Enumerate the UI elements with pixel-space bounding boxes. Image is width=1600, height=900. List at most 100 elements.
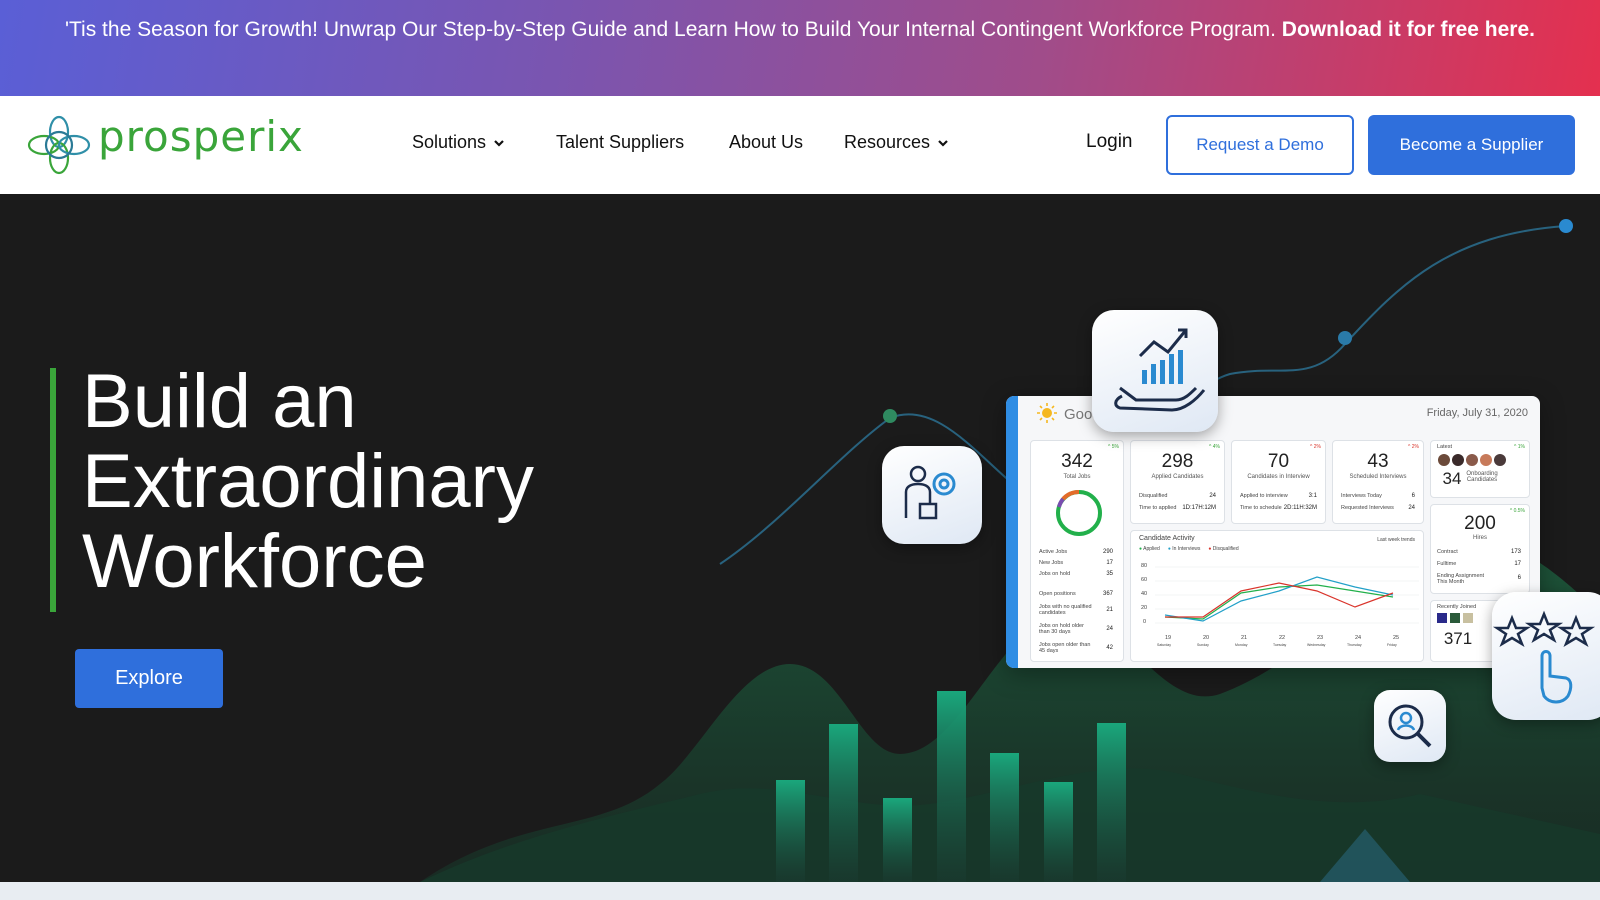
legend-item: ● In Interviews — [1167, 546, 1201, 552]
candidate-activity-tile: Candidate Activity Last week trends ● Ap… — [1130, 530, 1424, 662]
avatar-group-icon — [1438, 454, 1506, 466]
x-day: Tuesday — [1273, 643, 1287, 647]
open-row-value: 367 — [1102, 591, 1113, 597]
dashboard-date: Friday, July 31, 2020 — [1426, 407, 1528, 419]
applied-row-value: 24 — [1209, 493, 1216, 499]
rating-bubble — [1492, 592, 1600, 720]
activity-line-chart — [1155, 566, 1419, 624]
x-tick: 20 — [1203, 635, 1210, 641]
announcement-banner: 'Tis the Season for Growth! Unwrap Our S… — [0, 0, 1600, 96]
tile-change: ^ 2% — [1408, 444, 1419, 450]
open-row-value: 24 — [1106, 626, 1113, 632]
onboarding-header: Latest — [1437, 444, 1452, 450]
y-tick: 20 — [1141, 605, 1148, 611]
nav-resources-label: Resources — [844, 132, 931, 152]
hires-row-label: Contract — [1437, 549, 1458, 555]
search-candidate-bubble — [1374, 690, 1446, 762]
x-tick: 23 — [1317, 635, 1324, 641]
dashboard-preview: Good Friday, July 31, 2020 ^ 5% 342 Tota… — [1006, 396, 1540, 668]
jobs-row-label: New Jobs — [1039, 560, 1064, 566]
y-tick: 40 — [1141, 591, 1148, 597]
nav-talent-suppliers-label: Talent Suppliers — [556, 132, 685, 152]
x-tick: 19 — [1165, 635, 1172, 641]
hero-section: Build an Extraordinary Workforce Explore… — [0, 194, 1600, 882]
recent-header: Recently Joined — [1437, 604, 1477, 610]
legend-item: ● Disqualified — [1208, 546, 1239, 552]
headline-line-3: Workforce — [82, 519, 427, 604]
total-jobs-tile: ^ 5% 342 Total Jobs Active Jobs 290 New … — [1030, 440, 1124, 662]
become-supplier-button[interactable]: Become a Supplier — [1368, 115, 1575, 175]
nav-about-us[interactable]: About Us — [729, 132, 803, 153]
prosperix-logo-icon[interactable] — [24, 112, 94, 178]
chevron-down-icon — [494, 139, 504, 147]
jobs-row-value: 17 — [1106, 560, 1113, 566]
interview-row-label: Time to schedule — [1240, 505, 1282, 511]
tile-label: Candidates in Interview — [1247, 474, 1310, 480]
nav-solutions[interactable]: Solutions — [412, 132, 506, 153]
scheduled-row-value: 6 — [1411, 493, 1415, 499]
open-row-value: 42 — [1106, 645, 1113, 651]
scheduled-row-label: Interviews Today — [1341, 493, 1382, 499]
tile-change: ^ 1% — [1514, 444, 1525, 450]
headline-line-1: Build an — [82, 359, 357, 444]
tile-label: Total Jobs — [1063, 474, 1091, 480]
headline-line-2: Extraordinary — [82, 439, 534, 524]
legend-item: ● Applied — [1139, 546, 1160, 552]
jobs-row-label: Jobs on hold — [1039, 571, 1071, 577]
open-row-label: Open positions — [1039, 591, 1076, 597]
hires-value: 200 — [1464, 513, 1496, 534]
applied-row-label: Disqualified — [1139, 493, 1168, 499]
chart-hand-icon — [1114, 328, 1206, 412]
activity-filter[interactable]: Last week trends — [1377, 537, 1415, 543]
applied-row-label: Time to applied — [1139, 505, 1177, 511]
x-tick: 24 — [1355, 635, 1362, 641]
jobs-donut-icon — [1056, 489, 1102, 536]
nav-talent-suppliers[interactable]: Talent Suppliers — [556, 132, 684, 153]
star-rating-hand-icon — [1492, 610, 1596, 704]
x-day: Sunday — [1197, 643, 1209, 647]
legend-interviews: In Interviews — [1172, 546, 1201, 552]
search-person-icon — [1388, 704, 1432, 748]
top-navigation: prosperix Solutions Talent Suppliers Abo… — [0, 96, 1600, 194]
login-link[interactable]: Login — [1086, 131, 1133, 153]
logo-wordmark[interactable]: prosperix — [98, 112, 304, 161]
tile-value: 70 — [1267, 451, 1290, 472]
onboarding-label: Onboarding Candidates — [1466, 471, 1498, 483]
scheduled-row-label: Requested Interviews — [1341, 505, 1394, 511]
legend-disqualified: Disqualified — [1212, 546, 1239, 552]
growth-chart-bubble — [1092, 310, 1218, 432]
x-day: Friday — [1387, 643, 1397, 647]
applied-row-value: 1D:17H:12M — [1182, 505, 1216, 511]
nav-resources[interactable]: Resources — [844, 132, 950, 153]
worker-settings-bubble — [882, 446, 982, 544]
open-row-label: Jobs with no qualified candidates — [1039, 604, 1092, 616]
banner-download-link[interactable]: Download it for free here. — [1282, 18, 1535, 41]
open-row-label: Jobs open older than 45 days — [1039, 642, 1091, 654]
applied-candidates-tile: ^ 4% 298 Applied Candidates Disqualified… — [1130, 440, 1225, 524]
x-tick: 25 — [1393, 635, 1400, 641]
hires-row-value: 6 — [1517, 575, 1521, 581]
hires-tile: ^ 0.5% 200 Hires Contract 173 Fulltime 1… — [1430, 504, 1530, 594]
hires-row-label: Fulltime — [1437, 561, 1457, 567]
candidates-interview-tile: ^ 2% 70 Candidates in Interview Applied … — [1231, 440, 1326, 524]
activity-legend: ● Applied ● In Interviews ● Disqualified — [1139, 546, 1239, 552]
open-row-label: Jobs on hold older than 30 days — [1039, 623, 1084, 635]
nav-about-us-label: About Us — [729, 132, 804, 152]
tile-value: 342 — [1061, 451, 1093, 472]
request-demo-button[interactable]: Request a Demo — [1166, 115, 1354, 175]
x-day: Saturday — [1157, 643, 1172, 647]
tile-value: 298 — [1161, 451, 1194, 472]
dashboard-sidebar — [1006, 396, 1018, 668]
interview-row-label: Applied to interview — [1240, 493, 1288, 499]
nav-solutions-label: Solutions — [412, 132, 487, 152]
x-tick: 22 — [1279, 635, 1286, 641]
onboarding-tile: Latest ^ 1% 34 Onboarding Candidates — [1430, 440, 1530, 498]
banner-text: 'Tis the Season for Growth! Unwrap Our S… — [65, 18, 1282, 41]
activity-title: Candidate Activity — [1139, 535, 1195, 542]
hires-label: Hires — [1472, 535, 1487, 541]
jobs-row-value: 290 — [1102, 549, 1113, 555]
hires-row-value: 17 — [1514, 561, 1521, 567]
y-tick: 80 — [1141, 563, 1148, 569]
y-tick: 0 — [1143, 619, 1147, 625]
explore-button[interactable]: Explore — [75, 649, 223, 708]
